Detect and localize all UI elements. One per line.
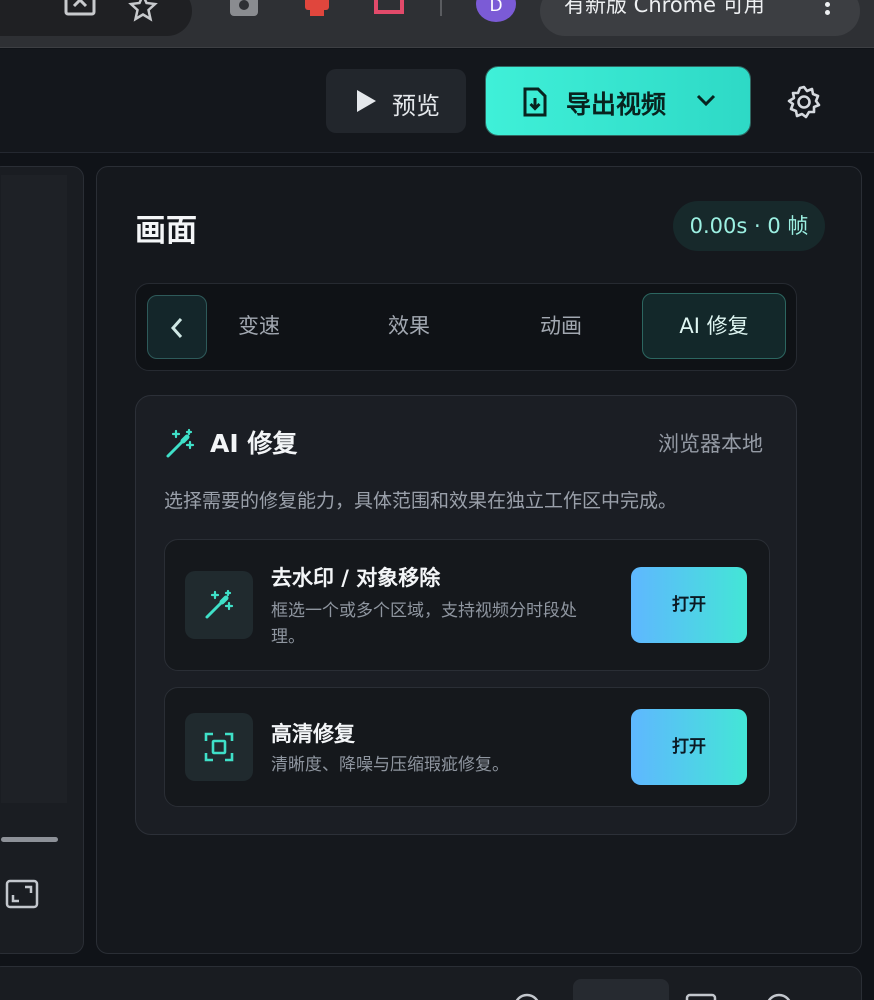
magic-wand-icon [164,428,196,460]
bookmark-star-icon[interactable] [128,0,158,22]
preview-button[interactable]: 预览 [326,69,466,133]
export-file-icon [522,87,548,117]
tab-speed[interactable]: 变速 [216,293,302,359]
browser-toolbar: D 有新版 Chrome 可用 [0,0,874,48]
open-hd-restore-button[interactable]: 打开 [631,709,747,785]
timeline-toolbar [0,966,862,1000]
magic-wand-icon [185,571,253,639]
feature-hd-restore: 高清修复 清晰度、降噪与压缩瑕疵修复。 打开 [164,687,770,807]
tabs-back-button[interactable] [147,295,207,359]
gear-icon[interactable] [786,84,822,120]
inspector-tabs: 变速 效果 动画 AI 修复 [135,283,797,371]
chevron-down-icon[interactable] [696,93,716,107]
update-label: 有新版 Chrome 可用 [564,0,765,17]
fullscreen-icon[interactable] [5,879,39,909]
profile-initial: D [489,0,503,16]
extension-robot-icon[interactable] [302,0,332,18]
export-label: 导出视频 [566,91,667,119]
preview-panel [0,166,84,954]
time-badge: 0.00s · 0 帧 [673,201,825,251]
preview-label: 预览 [392,93,440,120]
open-watermark-removal-button[interactable]: 打开 [631,567,747,643]
toolbar-separator [440,0,442,16]
timeline-chip[interactable] [573,979,669,1000]
more-vert-icon[interactable] [822,0,832,20]
preview-canvas[interactable] [1,175,67,803]
panel-title: 画面 [135,213,197,249]
feature-watermark-removal: 去水印 / 对象移除 框选一个或多个区域，支持视频分时段处理。 打开 [164,539,770,671]
ai-card-title: AI 修复 [210,429,298,458]
extension-camera-icon[interactable] [228,0,260,18]
profile-avatar[interactable]: D [476,0,516,22]
feature-title: 高清修复 [271,722,355,746]
feature-description: 清晰度、降噪与压缩瑕疵修复。 [271,755,509,775]
export-video-button[interactable]: 导出视频 [486,67,750,135]
help-icon[interactable] [763,991,795,1000]
scan-frame-icon [185,713,253,781]
tab-effects[interactable]: 效果 [366,293,452,359]
zoom-icon[interactable] [511,991,543,1000]
tab-animation[interactable]: 动画 [518,293,604,359]
tab-ai-repair[interactable]: AI 修复 [642,293,786,359]
feature-description: 框选一个或多个区域，支持视频分时段处理。 [271,601,577,647]
playback-scrubber[interactable] [1,837,58,842]
ai-card-description: 选择需要的修复能力，具体范围和效果在独立工作区中完成。 [164,490,678,512]
inspector-panel: 画面 0.00s · 0 帧 变速 效果 动画 AI 修复 AI 修复 浏览器本… [96,166,862,954]
cast-icon[interactable] [62,0,98,22]
ai-repair-card: AI 修复 浏览器本地 选择需要的修复能力，具体范围和效果在独立工作区中完成。 … [135,395,797,835]
feature-title: 去水印 / 对象移除 [271,566,441,590]
address-bar[interactable] [0,0,192,36]
app-header: 预览 导出视频 [0,49,874,153]
chevron-left-icon [170,318,183,338]
extension-puzzle-icon[interactable] [372,0,408,18]
chrome-update-button[interactable]: 有新版 Chrome 可用 [540,0,860,36]
ai-card-meta: 浏览器本地 [658,432,763,456]
layout-icon[interactable] [685,991,717,1000]
play-icon [354,88,378,114]
